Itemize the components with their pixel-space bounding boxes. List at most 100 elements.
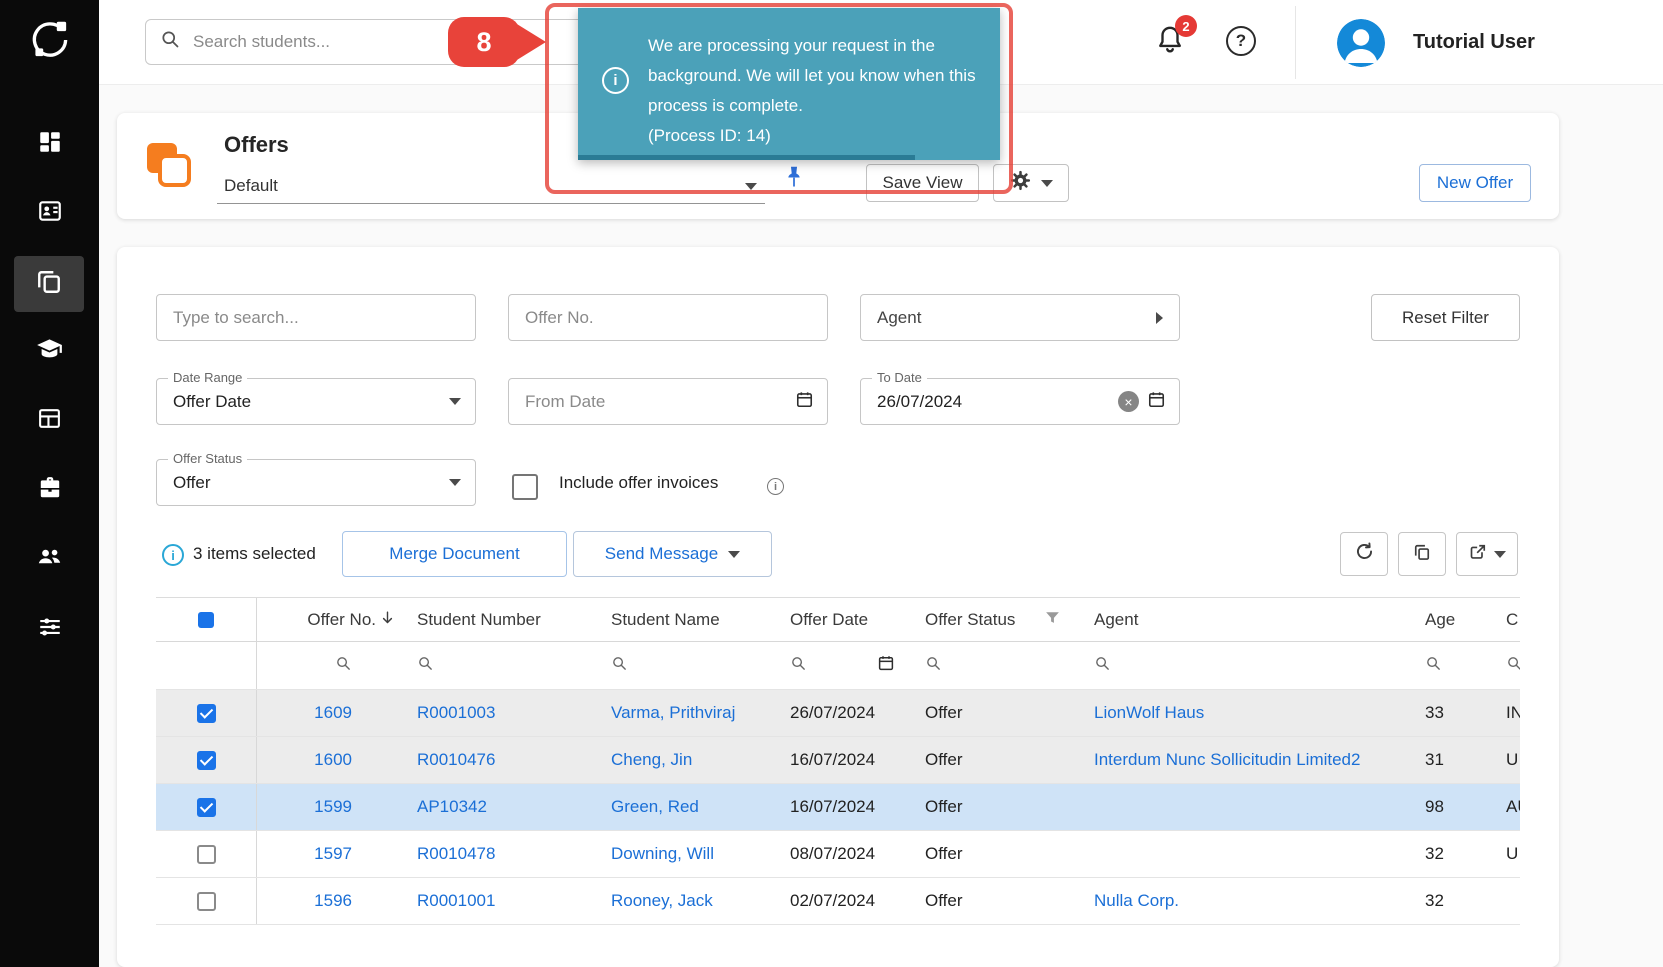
agent-link[interactable]: Interdum Nunc Sollicitudin Limited2 [1094, 750, 1360, 770]
row-checkbox[interactable] [197, 751, 216, 770]
view-settings-button[interactable] [993, 164, 1069, 202]
student-name-link[interactable]: Green, Red [611, 797, 699, 817]
column-label: Student Number [417, 610, 541, 630]
offer-no-link[interactable]: 1599 [314, 797, 352, 817]
agent-filter[interactable]: Agent [860, 294, 1180, 341]
search-icon [925, 655, 942, 677]
reset-filter-button[interactable]: Reset Filter [1371, 294, 1520, 341]
export-button[interactable] [1456, 532, 1518, 576]
chevron-down-icon [728, 551, 740, 558]
save-view-button[interactable]: Save View [866, 164, 979, 202]
funnel-icon[interactable] [1044, 609, 1061, 631]
copy-grid-button[interactable] [1398, 532, 1446, 576]
sidebar-item-reports[interactable] [0, 393, 99, 449]
avatar-icon [1337, 54, 1385, 67]
offer-date-cell: 26/07/2024 [775, 690, 910, 736]
filter-student-number[interactable] [402, 642, 596, 689]
country-cell: U [1492, 737, 1520, 783]
pin-icon[interactable] [781, 164, 807, 195]
column-label: Offer Date [790, 610, 868, 630]
row-checkbox[interactable] [197, 798, 216, 817]
filter-offer-no[interactable] [257, 642, 402, 689]
view-selector[interactable]: Default [217, 169, 765, 204]
from-date-field[interactable] [508, 378, 828, 425]
calendar-icon[interactable] [877, 654, 895, 677]
row-checkbox[interactable] [197, 704, 216, 723]
agent-link[interactable]: Nulla Corp. [1094, 891, 1179, 911]
table-row[interactable]: 1609 R0001003 Varma, Prithviraj 26/07/20… [156, 690, 1520, 737]
clear-icon[interactable]: × [1118, 391, 1139, 412]
toast-process-id: (Process ID: 14) [648, 121, 988, 151]
calendar-icon[interactable] [1147, 390, 1166, 414]
filter-offer-status[interactable] [910, 642, 1079, 689]
app-logo[interactable] [0, 0, 99, 85]
include-invoices-checkbox[interactable] [512, 474, 538, 500]
student-number-link[interactable]: R0001003 [417, 703, 495, 723]
avatar[interactable] [1337, 19, 1385, 67]
calendar-icon[interactable] [795, 390, 814, 414]
table-row[interactable]: 1600 R0010476 Cheng, Jin 16/07/2024 Offe… [156, 737, 1520, 784]
chevron-right-icon [1156, 312, 1163, 324]
table-row[interactable]: 1596 R0001001 Rooney, Jack 02/07/2024 Of… [156, 878, 1520, 925]
student-number-link[interactable]: R0010476 [417, 750, 495, 770]
send-message-button[interactable]: Send Message [573, 531, 772, 577]
sidebar-item-dashboard[interactable] [0, 116, 99, 172]
student-name-link[interactable]: Rooney, Jack [611, 891, 713, 911]
filter-agent[interactable] [1079, 642, 1414, 689]
column-label: Offer Status [925, 610, 1015, 630]
chevron-down-icon [449, 398, 461, 405]
filter-country[interactable] [1492, 642, 1520, 689]
student-name-link[interactable]: Downing, Will [611, 844, 714, 864]
sidebar-item-offers[interactable] [14, 256, 84, 312]
column-header-offer-status[interactable]: Offer Status [910, 598, 1079, 641]
sidebar-item-settings[interactable] [0, 601, 99, 657]
row-checkbox[interactable] [197, 845, 216, 864]
filter-student-name[interactable] [596, 642, 775, 689]
column-header-offer-no[interactable]: Offer No. [257, 598, 402, 641]
row-checkbox[interactable] [197, 892, 216, 911]
offer-no-input[interactable] [508, 294, 828, 341]
agent-link[interactable]: LionWolf Haus [1094, 703, 1204, 723]
filter-offer-date[interactable] [775, 642, 910, 689]
help-button[interactable]: ? [1226, 26, 1256, 56]
column-label: Agent [1094, 610, 1138, 630]
column-header-age[interactable]: Age [1414, 598, 1492, 641]
merge-document-button[interactable]: Merge Document [342, 531, 567, 577]
select-all-checkbox[interactable] [198, 612, 214, 628]
sidebar-item-services[interactable] [0, 462, 99, 518]
student-number-link[interactable]: R0001001 [417, 891, 495, 911]
student-name-link[interactable]: Varma, Prithviraj [611, 703, 735, 723]
sidebar-item-courses[interactable] [0, 324, 99, 380]
table-row[interactable]: 1599 AP10342 Green, Red 16/07/2024 Offer… [156, 784, 1520, 831]
from-date-input[interactable] [525, 392, 787, 412]
offer-no-link[interactable]: 1596 [314, 891, 352, 911]
student-name-link[interactable]: Cheng, Jin [611, 750, 692, 770]
offer-status-select[interactable]: Offer Status Offer [156, 459, 476, 506]
offer-no-link[interactable]: 1609 [314, 703, 352, 723]
filter-age[interactable] [1414, 642, 1492, 689]
column-header-country[interactable]: C [1492, 598, 1520, 641]
date-range-select[interactable]: Date Range Offer Date [156, 378, 476, 425]
quick-search-input[interactable] [156, 294, 476, 341]
new-offer-button[interactable]: New Offer [1419, 164, 1531, 202]
column-header-student-name[interactable]: Student Name [596, 598, 775, 641]
notifications-button[interactable]: 2 [1155, 24, 1191, 60]
offer-no-link[interactable]: 1600 [314, 750, 352, 770]
sidebar-item-agents[interactable] [0, 531, 99, 587]
toast-notification[interactable]: i We are processing your request in the … [578, 8, 1000, 160]
to-date-input[interactable] [877, 392, 1110, 412]
column-header-offer-date[interactable]: Offer Date [775, 598, 910, 641]
date-range-value: Offer Date [173, 379, 251, 424]
refresh-button[interactable] [1340, 532, 1388, 576]
table-filter-row [156, 642, 1520, 690]
offer-no-link[interactable]: 1597 [314, 844, 352, 864]
country-cell: U [1492, 831, 1520, 877]
column-header-agent[interactable]: Agent [1079, 598, 1414, 641]
table-row[interactable]: 1597 R0010478 Downing, Will 08/07/2024 O… [156, 831, 1520, 878]
column-header-student-number[interactable]: Student Number [402, 598, 596, 641]
sidebar-item-contacts[interactable] [0, 185, 99, 241]
chevron-down-icon [449, 479, 461, 486]
student-number-link[interactable]: R0010478 [417, 844, 495, 864]
to-date-field[interactable]: To Date × [860, 378, 1180, 425]
student-number-link[interactable]: AP10342 [417, 797, 487, 817]
